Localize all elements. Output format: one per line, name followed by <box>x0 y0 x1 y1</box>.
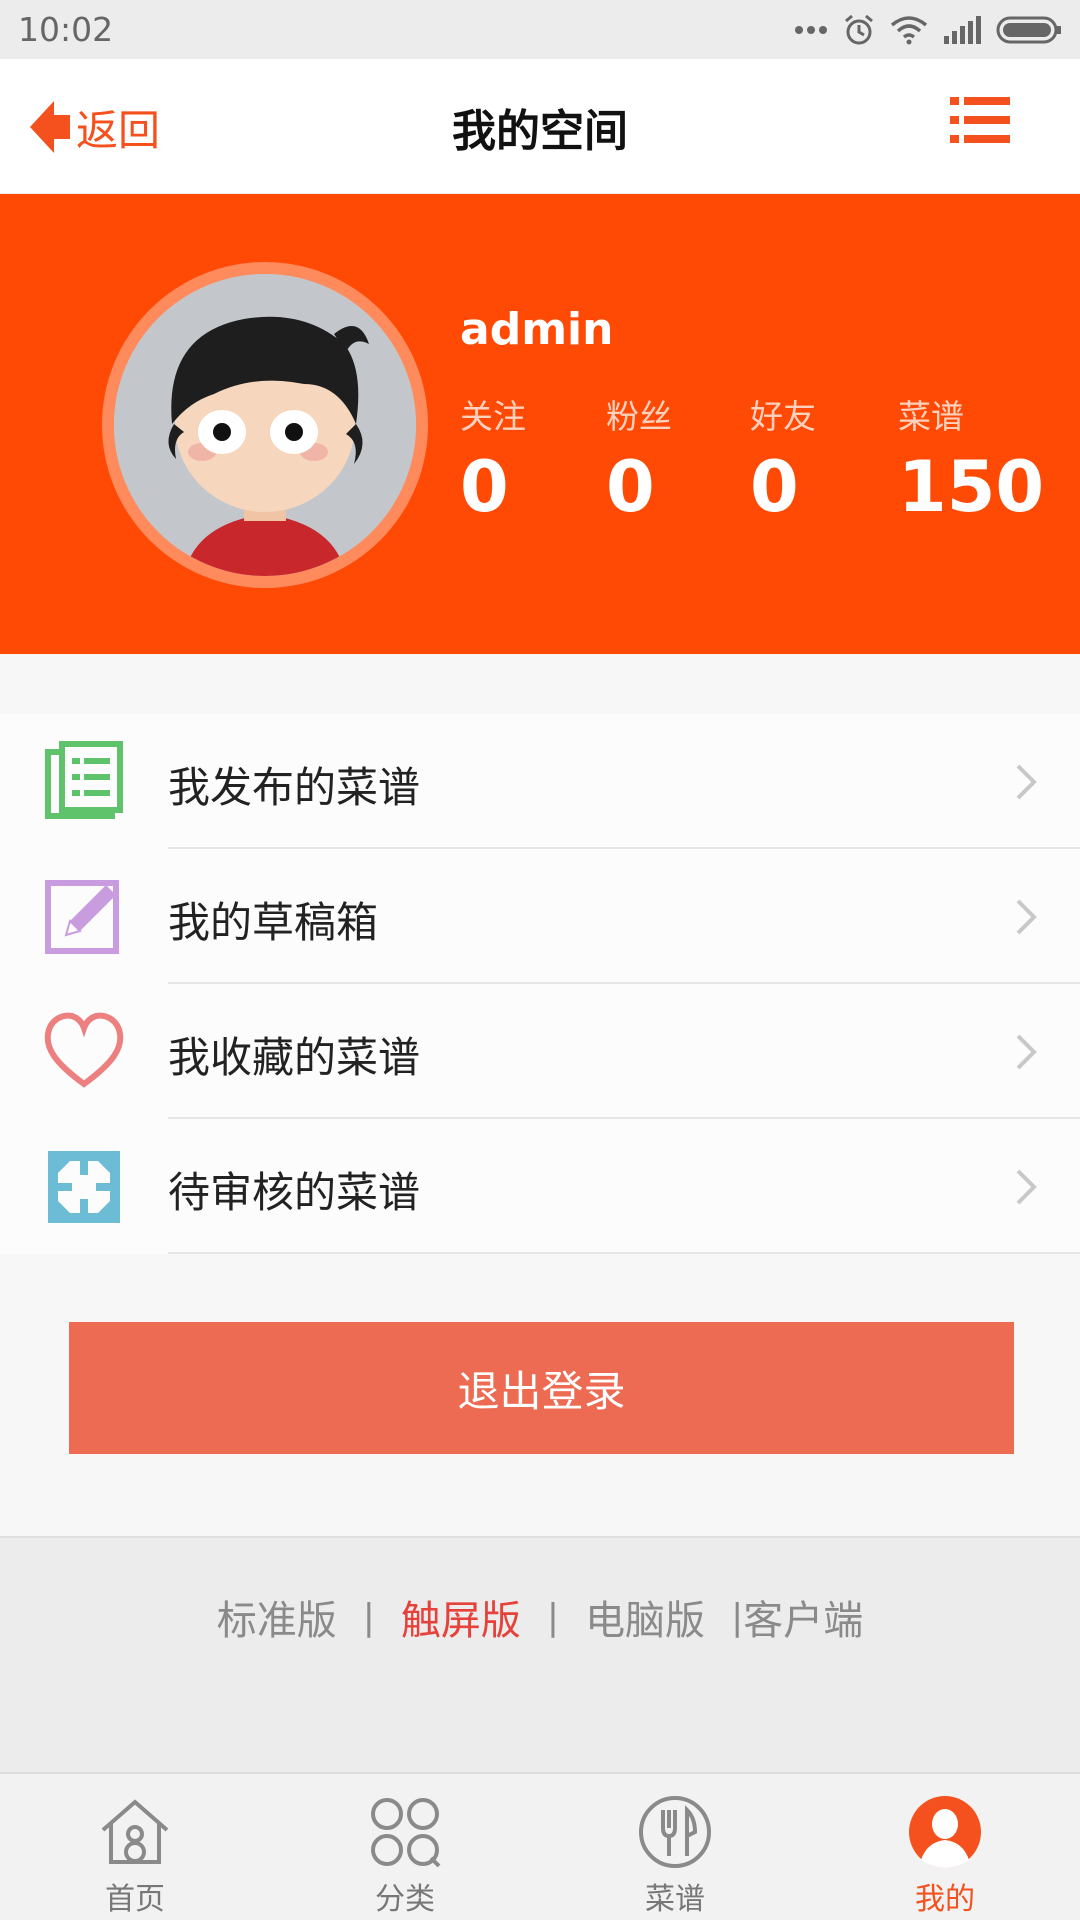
page-title: 我的空间 <box>452 106 628 157</box>
signal-icon <box>944 15 981 44</box>
stat-following[interactable]: 关注 0 <box>460 390 526 522</box>
version-link-standard[interactable]: 标准版 <box>217 1588 337 1646</box>
stat-value: 0 <box>606 446 655 528</box>
stat-value: 0 <box>460 446 509 528</box>
stat-fans[interactable]: 粉丝 0 <box>606 390 672 522</box>
menu-item-label: 待审核的菜谱 <box>168 1168 421 1217</box>
app-header: 返回 我的空间 <box>0 59 1080 194</box>
tab-profile[interactable]: 我的 <box>810 1774 1080 1920</box>
tab-label: 分类 <box>375 1882 435 1917</box>
category-icon <box>371 1798 441 1868</box>
status-icons <box>794 13 1062 47</box>
stat-label: 菜谱 <box>898 397 964 436</box>
alarm-icon <box>845 14 873 44</box>
version-links: 标准版 | 触屏版 | 电脑版 | 客户端 <box>0 1536 1080 1772</box>
status-time: 10:02 <box>18 10 114 49</box>
list-menu-icon <box>950 97 1010 143</box>
heart-icon <box>44 1012 124 1088</box>
stat-label: 粉丝 <box>606 397 672 436</box>
menu-item-pending-review[interactable]: 待审核的菜谱 <box>0 1119 1080 1254</box>
menu-item-my-recipes[interactable]: 我发布的菜谱 <box>0 714 1080 849</box>
menu-item-label: 我的草稿箱 <box>168 898 379 947</box>
tab-recipes[interactable]: 菜谱 <box>540 1774 810 1920</box>
profile-icon <box>909 1796 981 1868</box>
chevron-right-icon <box>1016 764 1037 800</box>
tab-label: 菜谱 <box>645 1882 705 1917</box>
tab-label: 首页 <box>105 1882 165 1917</box>
tab-category[interactable]: 分类 <box>270 1774 540 1920</box>
stat-label: 关注 <box>460 397 526 436</box>
chevron-right-icon <box>1016 1034 1037 1070</box>
pending-review-icon <box>48 1151 120 1223</box>
recipe-icon <box>639 1796 711 1868</box>
separator: | <box>731 1596 744 1638</box>
status-bar: 10:02 <box>0 0 1080 59</box>
tab-label: 我的 <box>915 1882 975 1917</box>
logout-button[interactable]: 退出登录 <box>69 1322 1014 1454</box>
menu-button[interactable] <box>950 95 1010 145</box>
menu-item-drafts[interactable]: 我的草稿箱 <box>0 849 1080 984</box>
menu-item-label: 我收藏的菜谱 <box>168 1033 421 1082</box>
bottom-tab-bar: 首页 分类 菜谱 我的 <box>0 1772 1080 1920</box>
menu-item-favorites[interactable]: 我收藏的菜谱 <box>0 984 1080 1119</box>
home-icon <box>101 1799 169 1864</box>
username: admin <box>460 304 614 355</box>
document-list-icon <box>45 741 123 819</box>
divider <box>168 1252 1080 1254</box>
version-link-client[interactable]: 客户端 <box>743 1588 863 1646</box>
stat-value: 0 <box>750 446 799 528</box>
battery-icon <box>996 16 1061 43</box>
wifi-icon <box>890 15 928 44</box>
stat-friends[interactable]: 好友 0 <box>750 390 816 522</box>
menu-item-label: 我发布的菜谱 <box>168 763 421 812</box>
profile-banner: admin 关注 0 粉丝 0 好友 0 菜谱 150 <box>0 194 1080 654</box>
separator: | <box>546 1596 560 1638</box>
chevron-right-icon <box>1016 1169 1037 1205</box>
tab-home[interactable]: 首页 <box>0 1774 270 1920</box>
stat-value: 150 <box>898 446 1045 528</box>
menu-list: 我发布的菜谱 我的草稿箱 我收藏的菜谱 待审核的菜谱 <box>0 714 1080 1254</box>
version-link-touch[interactable]: 触屏版 <box>401 1588 521 1646</box>
version-link-desktop[interactable]: 电脑版 <box>585 1588 705 1646</box>
pencil-edit-icon <box>45 880 119 954</box>
avatar[interactable] <box>102 262 428 588</box>
stat-label: 好友 <box>750 397 816 436</box>
chevron-right-icon <box>1016 899 1037 935</box>
more-dots-icon <box>795 25 827 34</box>
cartoon-boy-avatar-icon <box>114 274 416 576</box>
stat-recipes[interactable]: 菜谱 150 <box>898 390 1044 522</box>
my-space-screen: 10:02 返回 我的空间 admin 关注 0 粉丝 0 好友 0 菜谱 15… <box>0 0 1080 1920</box>
separator: | <box>362 1596 375 1638</box>
